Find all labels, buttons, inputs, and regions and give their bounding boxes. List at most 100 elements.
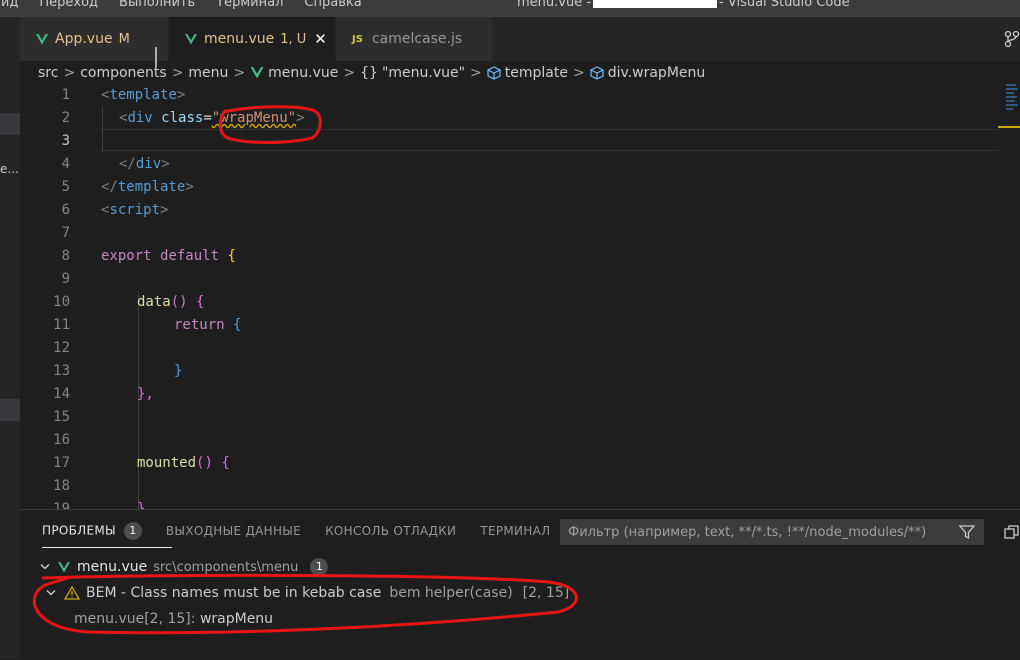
line-number: 19 bbox=[53, 501, 70, 509]
line-number: 9 bbox=[61, 271, 70, 287]
code-line: 16 bbox=[20, 429, 1020, 452]
braces-icon: {} bbox=[360, 65, 378, 81]
title-bar: Вид Переход Выполнить Терминал Справка m… bbox=[0, 0, 1020, 17]
line-number: 17 bbox=[53, 455, 70, 471]
redacted-block bbox=[593, 0, 718, 8]
line-number: 13 bbox=[53, 363, 70, 379]
filter-box bbox=[560, 519, 984, 545]
tab-terminal[interactable]: ТЕРМИНАЛ bbox=[480, 524, 550, 538]
tab-camelcase-js[interactable]: JS camelcase.js bbox=[336, 17, 492, 61]
problem-row[interactable]: BEM - Class names must be in kebab case … bbox=[46, 585, 569, 601]
source-control-icon[interactable] bbox=[1004, 30, 1020, 48]
vue-icon bbox=[250, 67, 264, 79]
code-line: 12 bbox=[20, 337, 1020, 360]
line-number: 8 bbox=[61, 248, 70, 264]
chevron-right-icon: > bbox=[572, 65, 585, 81]
problem-message: BEM - Class names must be in kebab case bbox=[86, 585, 382, 601]
code-line: 17 mounted() { bbox=[20, 452, 1020, 475]
line-number: 2 bbox=[61, 110, 70, 126]
window-title-suffix: - Visual Studio Code bbox=[719, 0, 850, 10]
chevron-right-icon: > bbox=[470, 65, 482, 81]
restore-panel-icon[interactable] bbox=[1004, 524, 1020, 540]
line-number: 11 bbox=[53, 317, 70, 333]
panel-tabs: ПРОБЛЕМЫ 1 ВЫХОДНЫЕ ДАННЫЕ КОНСОЛЬ ОТЛАДК… bbox=[42, 522, 574, 548]
line-number: 7 bbox=[61, 225, 70, 241]
menu-run[interactable]: Выполнить bbox=[119, 0, 195, 10]
breadcrumb-template[interactable]: template bbox=[505, 65, 568, 81]
code-line: 18 bbox=[20, 475, 1020, 498]
tab-status: M bbox=[118, 31, 130, 47]
tab-problems[interactable]: ПРОБЛЕМЫ 1 bbox=[42, 522, 172, 548]
code-editor[interactable]: 1 <template> 2 <div class="wrapMenu"> 3 … bbox=[20, 84, 1020, 509]
breadcrumb-object[interactable]: "menu.vue" bbox=[382, 65, 465, 81]
code-line: 7 bbox=[20, 222, 1020, 245]
problems-file-row[interactable]: menu.vue src\components\menu 1 bbox=[40, 558, 329, 576]
code-line: 8 export default { bbox=[20, 245, 1020, 268]
problem-source: bem helper(case) bbox=[389, 585, 513, 601]
menu-bar: Вид Переход Выполнить Терминал Справка bbox=[0, 0, 383, 10]
vue-icon bbox=[185, 33, 197, 44]
breadcrumb-file[interactable]: menu.vue bbox=[268, 65, 338, 81]
breadcrumb-components[interactable]: components bbox=[80, 65, 167, 81]
code-line: 6 <script> bbox=[20, 199, 1020, 222]
filter-input[interactable] bbox=[566, 523, 950, 541]
sidebar-truncated-text: e... bbox=[0, 162, 19, 176]
tab-label: menu.vue bbox=[204, 31, 275, 47]
minimap[interactable] bbox=[1006, 84, 1020, 144]
line-number: 18 bbox=[53, 478, 70, 494]
text-caret bbox=[155, 47, 157, 67]
cube-icon bbox=[590, 66, 604, 80]
line-number: 3 bbox=[61, 133, 70, 149]
code-line: 15 bbox=[20, 406, 1020, 429]
warning-ruler-mark bbox=[998, 126, 1020, 128]
line-number: 16 bbox=[53, 432, 70, 448]
menu-terminal[interactable]: Терминал bbox=[216, 0, 283, 10]
sidebar-highlight-row[interactable] bbox=[0, 113, 20, 135]
menu-help[interactable]: Справка bbox=[304, 0, 361, 10]
problem-related-row[interactable]: menu.vue[2, 15]: wrapMenu bbox=[74, 611, 273, 627]
code-line: 13 } bbox=[20, 360, 1020, 383]
window-title: menu.vue - - Visual Studio Code bbox=[517, 0, 850, 10]
tab-output[interactable]: ВЫХОДНЫЕ ДАННЫЕ bbox=[166, 524, 301, 538]
tab-menu-vue[interactable]: menu.vue 1, U ✕ bbox=[169, 17, 335, 61]
file-problem-count: 1 bbox=[310, 558, 329, 576]
chevron-right-icon: > bbox=[63, 65, 76, 81]
breadcrumb-div[interactable]: div.wrapMenu bbox=[608, 65, 706, 81]
chevron-right-icon: > bbox=[343, 65, 356, 81]
line-number: 15 bbox=[53, 409, 70, 425]
problem-position: [2, 15] bbox=[522, 585, 570, 601]
sidebar-highlight-row[interactable] bbox=[0, 399, 20, 421]
menu-go[interactable]: Переход bbox=[39, 0, 98, 10]
breadcrumb-menu[interactable]: menu bbox=[188, 65, 228, 81]
js-icon: JS bbox=[352, 33, 363, 45]
related-value: wrapMenu bbox=[199, 611, 274, 627]
editor-tab-bar: App.vue M menu.vue 1, U ✕ JS camelcase.j… bbox=[20, 17, 1020, 61]
warning-icon bbox=[64, 586, 80, 600]
problem-file-name: menu.vue bbox=[77, 559, 148, 575]
line-number: 6 bbox=[61, 202, 70, 218]
filter-icon[interactable] bbox=[958, 523, 976, 541]
line-number: 4 bbox=[61, 156, 70, 172]
tab-status: 1, U bbox=[280, 31, 307, 47]
problems-badge: 1 bbox=[123, 522, 142, 540]
tab-debug-console[interactable]: КОНСОЛЬ ОТЛАДКИ bbox=[325, 524, 456, 538]
menu-view[interactable]: Вид bbox=[0, 0, 18, 10]
line-number: 12 bbox=[53, 340, 70, 356]
cube-icon bbox=[487, 66, 501, 80]
chevron-down-icon bbox=[46, 590, 56, 596]
code-line: 4 </div> bbox=[20, 153, 1020, 176]
close-icon[interactable]: ✕ bbox=[314, 30, 327, 48]
class-value-warning: "wrapMenu" bbox=[211, 110, 297, 126]
code-line: 1 <template> bbox=[20, 84, 1020, 107]
tab-label: App.vue bbox=[55, 31, 113, 47]
bottom-panel: ПРОБЛЕМЫ 1 ВЫХОДНЫЕ ДАННЫЕ КОНСОЛЬ ОТЛАДК… bbox=[20, 509, 1020, 660]
code-line: 2 <div class="wrapMenu"> bbox=[20, 107, 1020, 130]
line-number: 10 bbox=[53, 294, 70, 310]
code-line: 3 bbox=[20, 130, 1020, 153]
code-line: 5 </template> bbox=[20, 176, 1020, 199]
problem-file-path: src\components\menu bbox=[153, 559, 299, 575]
breadcrumb: src > components > menu > menu.vue > {} … bbox=[38, 62, 705, 84]
tab-app-vue[interactable]: App.vue M bbox=[20, 17, 168, 61]
line-number: 1 bbox=[61, 87, 70, 103]
breadcrumb-src[interactable]: src bbox=[38, 65, 58, 81]
